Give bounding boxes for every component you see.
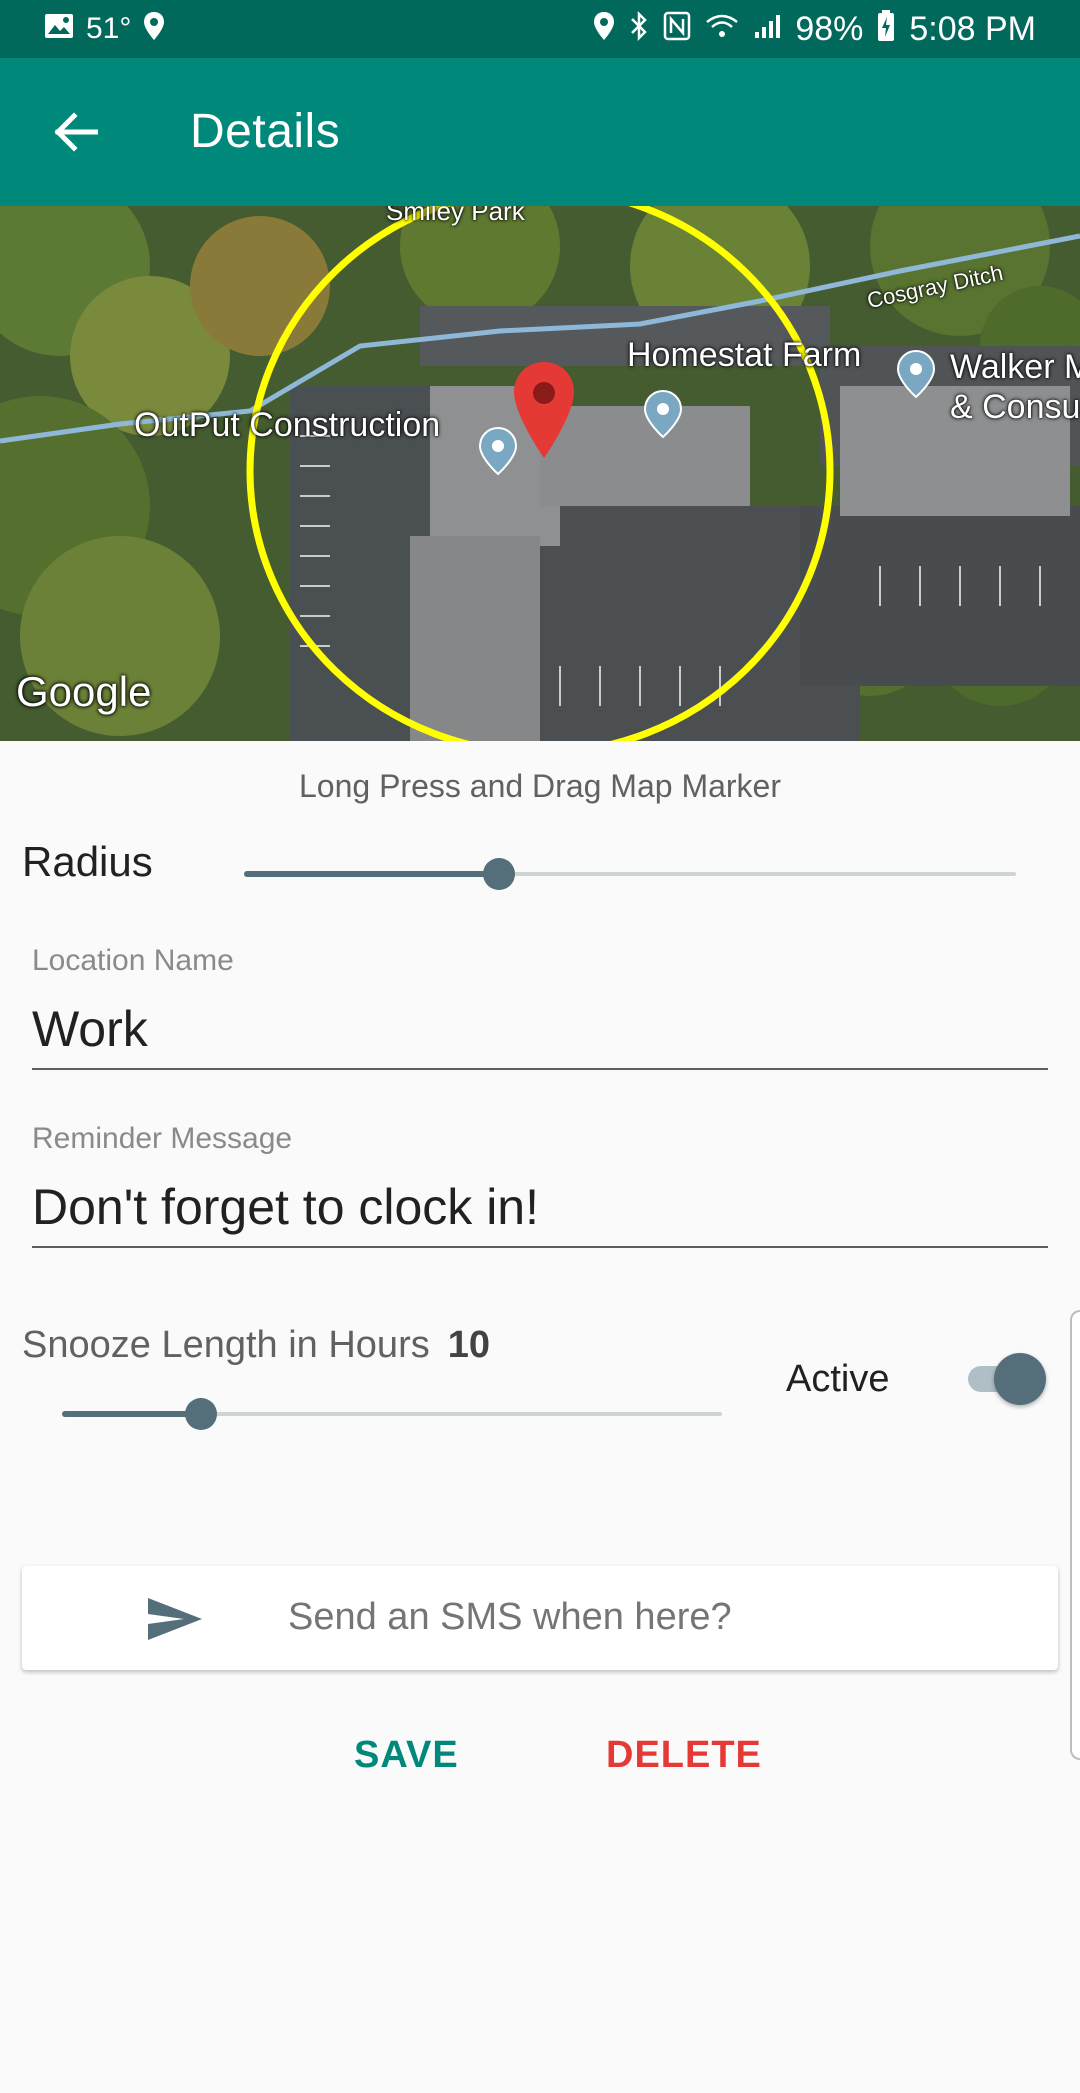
radius-label: Radius	[22, 838, 153, 885]
battery-percent: 98%	[795, 9, 864, 48]
arrow-left-icon	[54, 112, 98, 152]
image-icon	[44, 12, 74, 46]
location-name-field[interactable]: Location Name Work	[32, 944, 1048, 1070]
send-sms-text: Send an SMS when here?	[288, 1596, 732, 1638]
map-label-construction: OutPut Construction	[134, 406, 441, 444]
location-name-label: Location Name	[32, 944, 234, 977]
red-location-marker-icon[interactable]	[512, 360, 576, 460]
delete-button[interactable]: DELETE	[606, 1734, 762, 1777]
drag-marker-hint: Long Press and Drag Map Marker	[299, 768, 781, 804]
map-label-park: Smiley Park	[386, 206, 525, 226]
send-icon	[148, 1598, 202, 1640]
signal-icon	[753, 12, 781, 46]
reminder-message-field[interactable]: Reminder Message Don't forget to clock i…	[32, 1122, 1048, 1248]
send-sms-card[interactable]: Send an SMS when here?	[22, 1566, 1058, 1670]
map-label-walker-2: & Consu	[950, 388, 1080, 426]
snooze-length-text: Snooze Length in Hours	[22, 1324, 430, 1366]
map-label-walker-1: Walker M	[950, 348, 1080, 386]
reminder-message-label: Reminder Message	[32, 1122, 293, 1155]
wifi-icon	[705, 12, 739, 46]
snooze-length-label: Snooze Length in Hours 10	[22, 1324, 490, 1367]
google-logo: Google	[16, 668, 152, 715]
page-title: Details	[190, 105, 341, 158]
temperature-text: 51°	[86, 12, 132, 45]
save-button[interactable]: SAVE	[354, 1734, 459, 1777]
side-panel-edge[interactable]	[1070, 1310, 1080, 1760]
map-label-farm: Homestat Farm	[627, 336, 862, 374]
active-label: Active	[786, 1358, 890, 1400]
snooze-slider[interactable]	[62, 1394, 722, 1434]
location-icon	[593, 11, 615, 47]
snooze-slider-thumb[interactable]	[184, 1398, 217, 1430]
bluetooth-icon	[629, 10, 649, 48]
location-icon	[143, 11, 165, 47]
radius-slider-fill	[244, 871, 499, 877]
radius-slider-thumb[interactable]	[482, 858, 515, 890]
status-bar: 51° 98% 5:08 PM	[0, 0, 1080, 58]
app-bar: Details	[0, 58, 1080, 206]
active-toggle[interactable]	[968, 1350, 1048, 1406]
radius-slider[interactable]	[244, 854, 1016, 894]
clock-time: 5:08 PM	[909, 9, 1036, 48]
snooze-slider-fill	[62, 1411, 201, 1417]
reminder-message-input[interactable]: Don't forget to clock in!	[32, 1178, 1048, 1248]
back-button[interactable]	[40, 102, 110, 162]
nfc-icon	[663, 11, 691, 47]
status-bar-right: 98% 5:08 PM	[593, 10, 1036, 48]
map-view[interactable]: Smiley Park Cosgray Ditch Homestat Farm …	[0, 206, 1080, 741]
snooze-length-value: 10	[447, 1324, 491, 1366]
active-toggle-thumb	[994, 1353, 1046, 1405]
location-name-input[interactable]: Work	[32, 1000, 1048, 1070]
battery-charging-icon	[877, 10, 895, 48]
status-bar-left: 51°	[44, 10, 165, 48]
